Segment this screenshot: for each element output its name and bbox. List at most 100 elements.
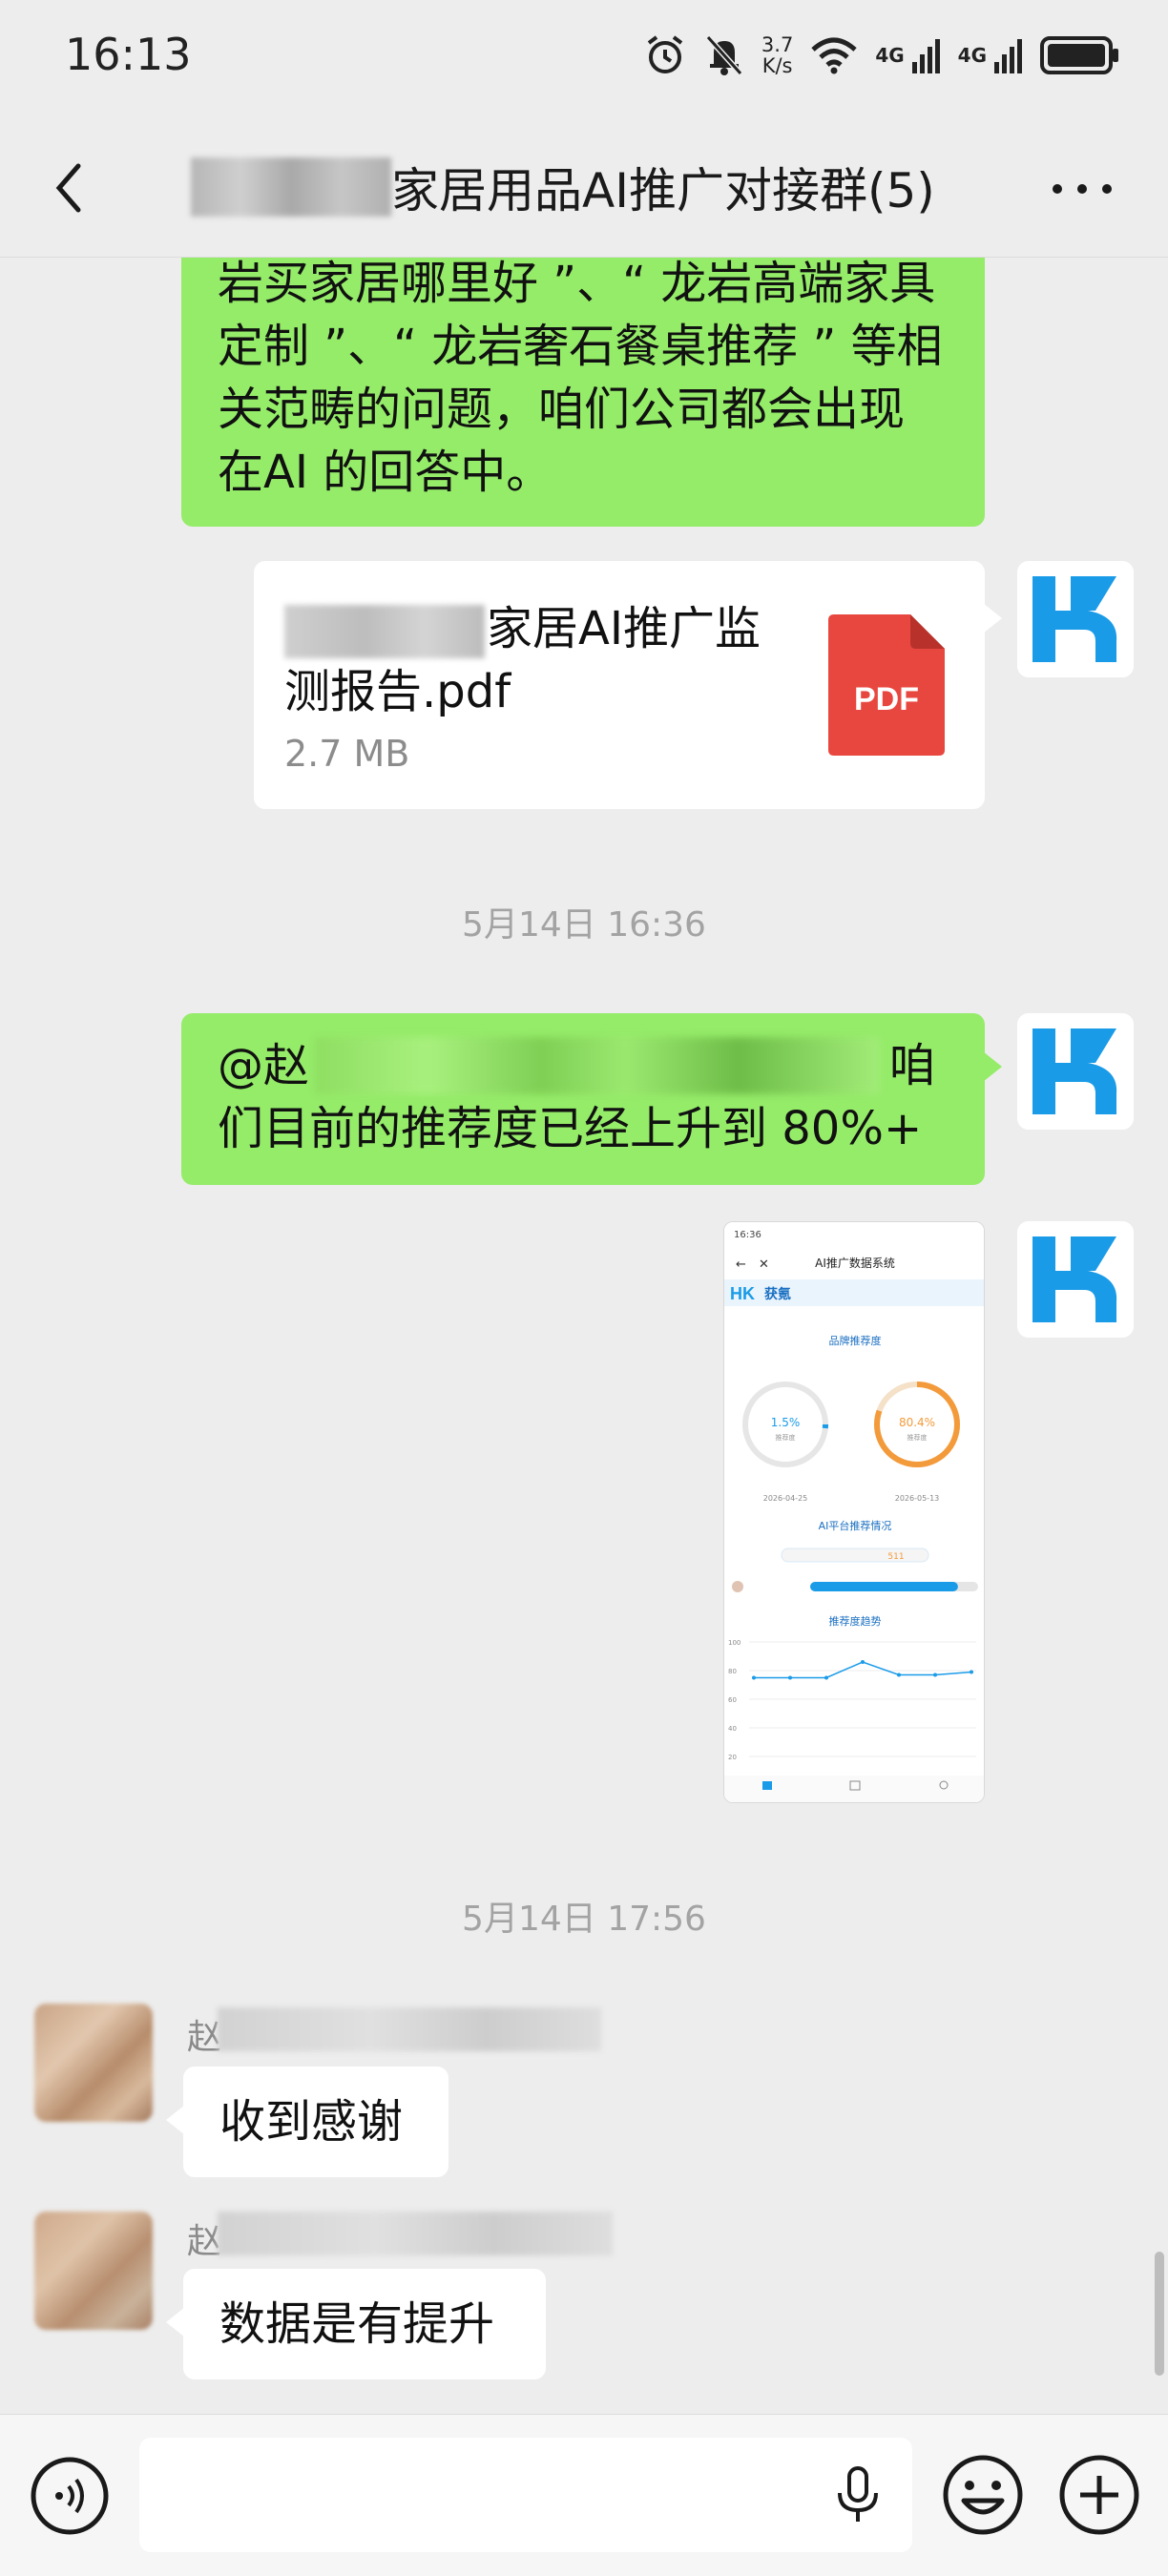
status-bar: 16:13 3.7 K/s 4G 4G bbox=[0, 0, 1168, 114]
avatar[interactable] bbox=[34, 2212, 153, 2330]
thumb-y-tick: 20 bbox=[728, 1754, 737, 1761]
pdf-label: PDF bbox=[854, 681, 919, 717]
thumb-platform-count: 511 bbox=[887, 1552, 904, 1562]
hk-logo-icon bbox=[1017, 1013, 1134, 1130]
redacted-group-name bbox=[191, 157, 391, 217]
chat-title: 家居用品AI推广对接群(5) bbox=[191, 153, 992, 221]
mic-icon[interactable] bbox=[836, 2466, 880, 2524]
bubble-tail bbox=[166, 2105, 185, 2135]
thumb-left-value: 1.5% bbox=[771, 1416, 801, 1429]
scrollbar[interactable] bbox=[1155, 2252, 1164, 2376]
file-name-part: 家居AI推广监 bbox=[487, 602, 761, 655]
more-icon[interactable] bbox=[1044, 170, 1120, 208]
alarm-icon bbox=[647, 35, 683, 73]
message-line: 定制 ”、“ 龙岩奢石餐桌推荐 ” 等相 bbox=[218, 320, 943, 373]
file-name-part: 测报告.pdf bbox=[284, 665, 511, 718]
thumb-right-value: 80.4% bbox=[899, 1416, 935, 1429]
file-size: 2.7 MB bbox=[284, 733, 410, 775]
redacted-sender-name bbox=[218, 2212, 613, 2255]
thumb-right-label: 推荐度 bbox=[907, 1433, 928, 1442]
hk-logo-icon bbox=[1017, 561, 1134, 677]
voice-icon[interactable] bbox=[29, 2455, 111, 2537]
header-overlay: 家居用品AI推广对接群(5) bbox=[0, 114, 1168, 258]
timestamp: 5月14日 16:36 bbox=[462, 905, 706, 945]
sender-name: 赵 bbox=[187, 2018, 222, 2057]
image-message[interactable]: 16:36 ← ✕ AI推广数据系统 HK 获氪 品牌推荐度 1.5% 推荐度 … bbox=[723, 1221, 985, 1803]
message-line: 在AI 的回答中。 bbox=[218, 446, 553, 499]
message-line: 们目前的推荐度已经上升到 80%+ bbox=[218, 1102, 923, 1155]
net-tag-1: 4G bbox=[875, 44, 905, 67]
hk-logo-icon bbox=[1017, 1221, 1134, 1338]
status-icons: 3.7 K/s 4G 4G bbox=[643, 29, 1120, 82]
thumb-home-icon bbox=[762, 1781, 772, 1790]
thumb-trend-point bbox=[861, 1660, 865, 1664]
thumb-y-tick: 80 bbox=[728, 1668, 737, 1675]
thumb-section1: 品牌推荐度 bbox=[829, 1334, 882, 1347]
message-input[interactable] bbox=[139, 2438, 912, 2552]
file-message[interactable]: 家居AI推广监 测报告.pdf 2.7 MB PDF bbox=[254, 561, 1002, 809]
thumb-trend-point bbox=[933, 1672, 937, 1677]
file-name: 家居AI推广监 测报告.pdf bbox=[284, 597, 781, 723]
thumb-time: 16:36 bbox=[734, 1230, 761, 1240]
thumb-left-date: 2026-04-25 bbox=[763, 1494, 808, 1503]
thumb-y-tick: 100 bbox=[728, 1639, 740, 1647]
message-bubble[interactable]: 收到感谢 bbox=[166, 2067, 448, 2177]
thumb-y-tick: 40 bbox=[728, 1725, 737, 1733]
bubble-tail bbox=[983, 1051, 1002, 1082]
thumb-y-tick: 60 bbox=[728, 1696, 737, 1704]
timestamp: 5月14日 17:56 bbox=[462, 1900, 706, 1939]
mute-icon bbox=[705, 34, 743, 76]
battery-icon bbox=[1040, 36, 1118, 74]
net-speed-unit: K/s bbox=[761, 54, 793, 77]
thumb-left-label: 推荐度 bbox=[776, 1433, 796, 1442]
signal-icon bbox=[994, 39, 1022, 73]
thumb-trend-point bbox=[752, 1675, 756, 1680]
avatar[interactable] bbox=[34, 2004, 153, 2122]
avatar[interactable] bbox=[1017, 561, 1134, 677]
thumb-close-icon: ✕ bbox=[759, 1257, 769, 1272]
sender-name: 赵 bbox=[187, 2222, 222, 2261]
thumb-section2: AI平台推荐情况 bbox=[819, 1519, 892, 1532]
status-time: 16:13 bbox=[65, 29, 192, 80]
message-line: 岩买家居哪里好 ”、“ 龙岩高端家具 bbox=[218, 257, 936, 310]
thumb-brand: 获氪 bbox=[764, 1286, 791, 1302]
add-icon[interactable] bbox=[1057, 2453, 1141, 2537]
message-line: 关范畴的问题，咱们公司都会出现 bbox=[218, 383, 906, 436]
message-text: 数据是有提升 bbox=[219, 2297, 495, 2351]
message-bubble[interactable]: 岩买家居哪里好 ”、“ 龙岩高端家具 定制 ”、“ 龙岩奢石餐桌推荐 ” 等相 … bbox=[181, 237, 985, 527]
message-line: @赵 咱 bbox=[218, 1034, 950, 1097]
message-bubble[interactable]: @赵 咱 们目前的推荐度已经上升到 80%+ bbox=[181, 1013, 1002, 1185]
screenshot-thumbnail: 16:36 ← ✕ AI推广数据系统 HK 获氪 品牌推荐度 1.5% 推荐度 … bbox=[724, 1222, 984, 1802]
net-tag-2: 4G bbox=[957, 44, 987, 67]
thumb-trend-point bbox=[897, 1672, 901, 1677]
input-bar bbox=[0, 2414, 1168, 2576]
message-text: 咱 bbox=[889, 1039, 936, 1092]
mention-text: @赵 bbox=[218, 1039, 310, 1092]
thumb-trend-point bbox=[970, 1670, 973, 1674]
pdf-icon: PDF bbox=[828, 614, 945, 756]
avatar[interactable] bbox=[1017, 1013, 1134, 1130]
avatar[interactable] bbox=[1017, 1221, 1134, 1338]
signal-icon bbox=[911, 39, 940, 73]
emoji-icon[interactable] bbox=[941, 2453, 1025, 2537]
redacted-sender-name bbox=[218, 2007, 601, 2051]
message-text: 收到感谢 bbox=[219, 2095, 404, 2149]
redacted-name bbox=[315, 1037, 881, 1094]
thumb-section3: 推荐度趋势 bbox=[829, 1614, 882, 1628]
net-speed-value: 3.7 bbox=[761, 33, 794, 56]
thumb-right-date: 2026-05-13 bbox=[895, 1494, 940, 1503]
thumb-progress-bar bbox=[810, 1582, 958, 1591]
redacted-file-prefix bbox=[284, 605, 485, 658]
bubble-tail bbox=[166, 2307, 185, 2337]
thumb-back-icon: ← bbox=[736, 1257, 746, 1272]
bubble-tail bbox=[983, 603, 1002, 634]
message-bubble[interactable]: 数据是有提升 bbox=[166, 2269, 546, 2379]
wifi-icon bbox=[811, 37, 857, 74]
chat-title-text: 家居用品AI推广对接群(5) bbox=[391, 163, 935, 218]
thumb-trend-point bbox=[788, 1675, 792, 1680]
thumb-hk-logo: HK bbox=[730, 1284, 755, 1303]
thumb-trend-point bbox=[824, 1675, 828, 1680]
chevron-left-icon[interactable] bbox=[42, 155, 99, 221]
net-speed: 3.7 K/s bbox=[761, 34, 793, 76]
thumb-title: AI推广数据系统 bbox=[815, 1256, 895, 1270]
